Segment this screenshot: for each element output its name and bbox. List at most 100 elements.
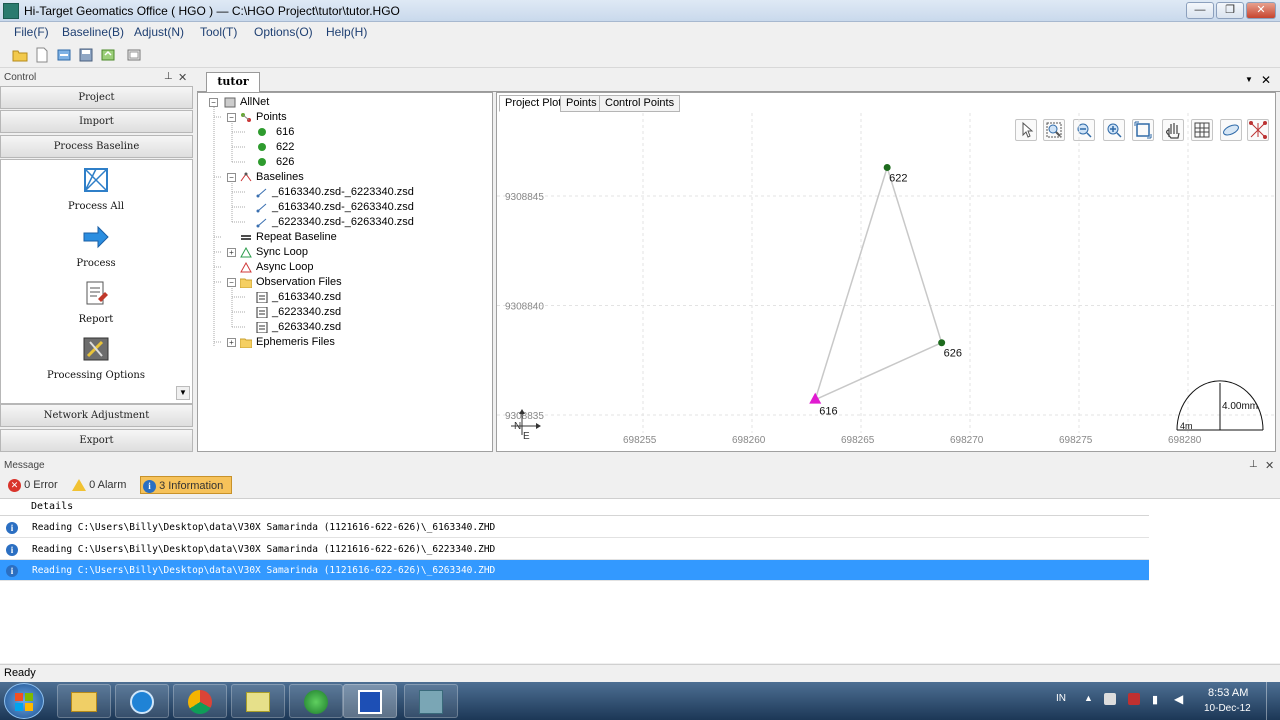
new-file-icon[interactable] [34, 47, 50, 63]
globe-icon[interactable] [289, 684, 343, 718]
gnss-app-icon[interactable] [404, 684, 458, 718]
point-status-icon [258, 158, 266, 167]
tree-item-repeat-baseline[interactable]: Repeat Baseline [240, 230, 337, 245]
maximize-button[interactable]: ❐ [1216, 2, 1244, 19]
clock-date[interactable]: 10-Dec-12 [1204, 703, 1251, 714]
folder-icon[interactable] [231, 684, 285, 718]
tree-item-sync-loop[interactable]: Sync Loop [240, 245, 308, 260]
window-title: Hi-Target Geomatics Office ( HGO ) — C:\… [24, 4, 400, 18]
baseline-line [814, 167, 888, 400]
message-close-icon[interactable]: ✕ [1265, 459, 1274, 472]
process-baseline-panel: Process All Process Report Processing Op… [0, 159, 193, 404]
tree-baseline-3[interactable]: _6223340.zsd-_6263340.zsd [256, 215, 414, 230]
control-close-icon[interactable]: ✕ [178, 71, 187, 84]
folder-icon [240, 278, 252, 288]
information-filter-button[interactable]: i 3 Information [140, 476, 232, 494]
report-item[interactable]: Report [1, 279, 191, 325]
menu-adjust[interactable]: Adjust(N) [134, 25, 184, 39]
network-adjustment-section-button[interactable]: Network Adjustment [0, 404, 193, 427]
async-loop-icon [240, 261, 252, 273]
east-label: E [523, 431, 530, 442]
show-desktop-button[interactable] [1266, 682, 1280, 720]
expand-sync-loop-icon[interactable]: + [227, 248, 236, 257]
export-section-button[interactable]: Export [0, 429, 193, 452]
process-baseline-section-button[interactable]: Process Baseline [0, 135, 193, 158]
project-section-button[interactable]: Project [0, 86, 193, 109]
menu-tool[interactable]: Tool(T) [200, 25, 237, 39]
tree-observation-file-1[interactable]: _6163340.zsd [256, 290, 341, 305]
details-column-header[interactable]: Details [31, 501, 73, 512]
process-all-item[interactable]: Process All [1, 166, 191, 212]
baselines-icon [240, 172, 252, 181]
window-icon[interactable] [126, 47, 142, 63]
message-pin-icon[interactable]: ⊥ [1249, 459, 1258, 470]
error-icon: ✕ [8, 478, 21, 492]
menu-help[interactable]: Help(H) [326, 25, 367, 39]
tree-item-ephemeris-files[interactable]: Ephemeris Files [240, 335, 335, 350]
import-icon[interactable] [56, 47, 72, 63]
tree-item-observation-files[interactable]: Observation Files [240, 275, 342, 290]
language-indicator[interactable]: IN [1056, 693, 1066, 704]
export-icon[interactable] [100, 47, 116, 63]
tree-item-points[interactable]: Points [240, 110, 287, 125]
message-row[interactable]: i Reading C:\Users\Billy\Desktop\data\V3… [0, 539, 1149, 560]
close-window-button[interactable]: ✕ [1246, 2, 1276, 19]
tree-item-baselines[interactable]: Baselines [240, 170, 304, 185]
process-item[interactable]: Process [1, 223, 191, 269]
message-panel-header: Message ⊥ ✕ [0, 458, 1280, 474]
menu-file[interactable]: File(F) [14, 25, 49, 39]
document-close-icon[interactable]: ✕ [1261, 73, 1271, 87]
hgo-app-icon[interactable] [343, 684, 397, 718]
menu-baseline[interactable]: Baseline(B) [62, 25, 124, 39]
expand-observation-files-icon[interactable]: − [227, 278, 236, 287]
tree-item-allnet[interactable]: AllNet [224, 95, 269, 110]
tree-point-616[interactable]: 616 [258, 125, 294, 140]
y-tick-label: 9308845 [505, 192, 544, 203]
tree-observation-file-3[interactable]: _6263340.zsd [256, 320, 341, 335]
process-all-icon [84, 168, 108, 192]
open-folder-icon[interactable] [12, 47, 28, 63]
alarm-filter-button[interactable]: 0 Alarm [72, 476, 132, 494]
chrome-icon[interactable] [173, 684, 227, 718]
tray-signal-icon[interactable]: ▮ [1152, 693, 1158, 706]
start-button[interactable] [4, 683, 44, 719]
import-section-button[interactable]: Import [0, 110, 193, 133]
points-icon [241, 112, 251, 122]
baseline-icon [256, 218, 267, 228]
x-tick-label: 698255 [623, 435, 657, 446]
processing-options-item[interactable]: Processing Options [1, 335, 191, 381]
tray-network-device-icon[interactable] [1104, 693, 1116, 705]
expand-points-icon[interactable]: − [227, 113, 236, 122]
point-status-icon [258, 143, 266, 152]
x-tick-label: 698270 [950, 435, 984, 446]
message-row-selected[interactable]: i Reading C:\Users\Billy\Desktop\data\V3… [0, 560, 1149, 581]
baseline-icon [256, 203, 267, 213]
tab-tutor[interactable]: tutor [206, 72, 260, 92]
tree-point-622[interactable]: 622 [258, 140, 294, 155]
file-explorer-icon[interactable] [57, 684, 111, 718]
point-label: 616 [819, 406, 837, 418]
minimize-button[interactable]: — [1186, 2, 1214, 19]
tray-expand-icon[interactable]: ▲ [1084, 693, 1093, 703]
tree-item-async-loop[interactable]: Async Loop [240, 260, 313, 275]
pin-icon[interactable]: ⊥ [164, 71, 173, 82]
itunes-icon[interactable] [115, 684, 169, 718]
tree-baseline-1[interactable]: _6163340.zsd-_6223340.zsd [256, 185, 414, 200]
menu-options[interactable]: Options(O) [254, 25, 313, 39]
expand-allnet-icon[interactable]: − [209, 98, 218, 107]
save-icon[interactable] [78, 47, 94, 63]
error-filter-button[interactable]: ✕ 0 Error [8, 476, 64, 494]
clock-time[interactable]: 8:53 AM [1208, 687, 1248, 699]
tray-volume-icon[interactable]: ◀ [1174, 692, 1183, 706]
tree-point-626[interactable]: 626 [258, 155, 294, 170]
expand-ephemeris-files-icon[interactable]: + [227, 338, 236, 347]
project-plot-canvas[interactable]: 698255 698260 698265 698270 698275 698280 9308… [497, 93, 1275, 451]
tab-menu-icon[interactable]: ▼ [1245, 75, 1253, 84]
tree-observation-file-2[interactable]: _6223340.zsd [256, 305, 341, 320]
message-row[interactable]: i Reading C:\Users\Billy\Desktop\data\V3… [0, 517, 1149, 538]
app-icon [3, 3, 19, 19]
tray-alert-icon[interactable] [1128, 693, 1140, 705]
scroll-down-icon[interactable]: ▼ [176, 386, 190, 400]
tree-baseline-2[interactable]: _6163340.zsd-_6263340.zsd [256, 200, 414, 215]
expand-baselines-icon[interactable]: − [227, 173, 236, 182]
